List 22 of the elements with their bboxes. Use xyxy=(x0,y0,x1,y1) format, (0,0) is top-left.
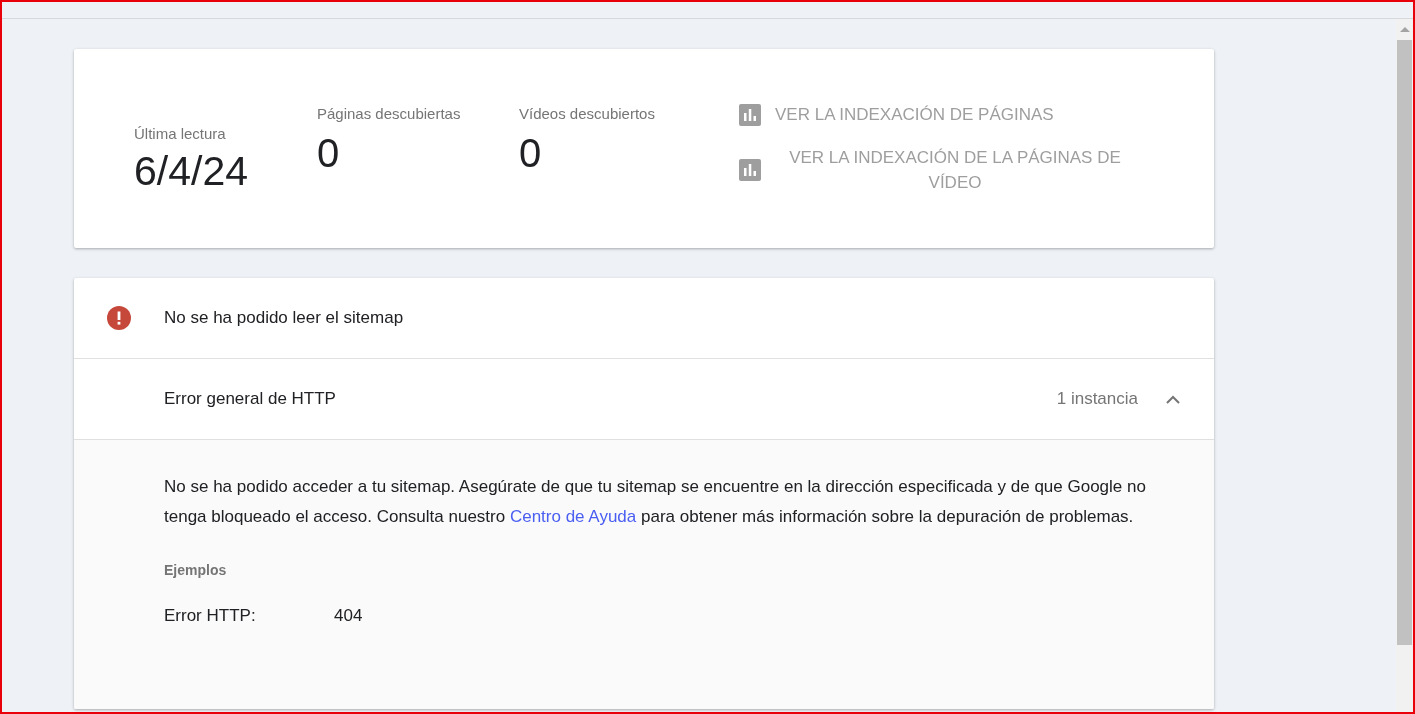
report-link[interactable]: VER LA INDEXACIÓN DE PÁGINAS xyxy=(775,102,1054,127)
instance-count: 1 instancia xyxy=(1056,389,1138,409)
report-link[interactable]: VER LA INDEXACIÓN DE LA PÁGINAS DE VÍDEO xyxy=(775,145,1135,195)
help-center-link[interactable]: Centro de Ayuda xyxy=(509,507,637,526)
description-text: No se ha podido acceder a tu sitemap. Asegúrate de que tu sitemap se encuentre en la dirección especificada y de que Google no tenga bloqueado el acceso. Consulta nuestro Centro de Ayuda para obtener más información sobre la depuración de problemas. xyxy=(164,476,1147,528)
example-value: 404 xyxy=(334,606,363,626)
example-label: Error HTTP: xyxy=(164,606,257,626)
chevron-up-icon[interactable] xyxy=(1166,394,1180,404)
error-icon xyxy=(107,306,131,330)
scrollbar[interactable] xyxy=(1396,19,1413,712)
stat-value: 0 xyxy=(317,129,341,176)
error-title: No se ha podido leer el sitemap xyxy=(164,308,404,328)
bar-chart-icon xyxy=(739,103,761,126)
stat-label: Páginas descubiertas xyxy=(317,103,462,124)
examples-heading: Ejemplos xyxy=(164,562,228,578)
stat-label: Vídeos descubiertos xyxy=(519,103,656,124)
stat-label: Última lectura xyxy=(134,123,227,144)
scroll-up-arrow-icon[interactable] xyxy=(1399,27,1410,32)
bar-chart-icon xyxy=(739,159,761,181)
stat-value: 0 xyxy=(519,129,543,176)
stat-value: 6/4/24 xyxy=(134,147,249,194)
scrollbar-thumb[interactable] xyxy=(1397,40,1412,645)
